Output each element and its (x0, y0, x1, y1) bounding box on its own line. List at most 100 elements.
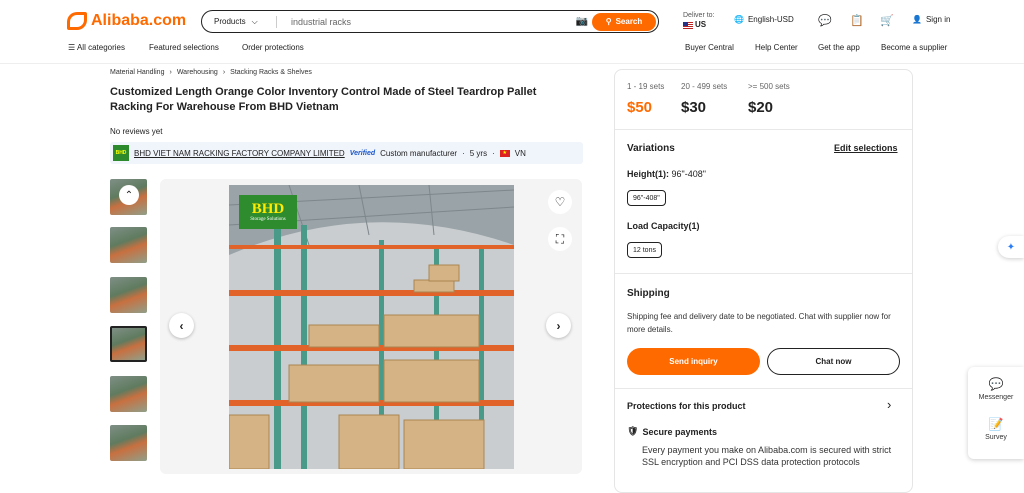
verified-badge[interactable]: Verified (350, 150, 375, 157)
price-tier-range: 20 - 499 sets (681, 82, 728, 91)
vn-flag-icon: ★ (499, 149, 510, 157)
secure-payments-text: Every payment you make on Alibaba.com is… (642, 445, 892, 467)
thumbnail-selected[interactable] (110, 326, 147, 362)
variations-heading: Variations (627, 143, 675, 154)
previous-image-button[interactable]: ‹ (169, 313, 194, 338)
messenger-button[interactable]: 💬 Messenger (968, 377, 1024, 401)
floating-toolbar: 💬 Messenger 📝 Survey (968, 367, 1024, 459)
separator-dot: · (462, 148, 465, 158)
image-gallery: BHD Storage Solutions ‹ › ♡ ⛶ (160, 179, 582, 474)
sign-in-label: Sign in (925, 15, 951, 24)
secure-payments-label: Secure payments (642, 426, 717, 437)
shipping-heading: Shipping (627, 288, 670, 299)
thumbnail[interactable] (110, 277, 147, 313)
shipping-text: Shipping fee and delivery date to be neg… (627, 312, 891, 334)
price-tier-range: >= 500 sets (748, 82, 790, 91)
image-search-button[interactable]: ⛶ (548, 227, 572, 251)
search-icon: ⚲ (605, 17, 612, 26)
section-divider (615, 388, 912, 389)
section-divider (615, 273, 912, 274)
all-categories-label: All categories (76, 43, 125, 52)
price-tier-range: 1 - 19 sets (627, 82, 665, 91)
height-label-text: Height(1): (627, 169, 669, 179)
cart-icon[interactable]: 🛒 (880, 14, 894, 27)
thumbnail[interactable]: ⌃ (110, 179, 147, 215)
main-product-image[interactable]: BHD Storage Solutions (229, 185, 514, 469)
search-category-label: Products (214, 17, 246, 26)
thumbnail[interactable] (110, 227, 147, 263)
search-button[interactable]: ⚲ Search (592, 12, 656, 31)
product-title: Customized Length Orange Color Inventory… (110, 86, 537, 113)
heart-icon: ♡ (554, 195, 566, 209)
reviews-status: No reviews yet (110, 127, 163, 136)
search-button-label: Search (615, 17, 643, 26)
orders-icon[interactable]: 📋 (850, 14, 864, 27)
supplier-type: Custom manufacturer (380, 148, 458, 158)
breadcrumb-separator-icon: › (222, 69, 226, 76)
height-value: 96"-408" (671, 169, 706, 179)
get-app-link[interactable]: Get the app (818, 43, 860, 52)
survey-button[interactable]: 📝 Survey (968, 417, 1024, 441)
featured-selections-link[interactable]: Featured selections (149, 43, 219, 52)
survey-label: Survey (985, 434, 1007, 441)
bhd-image-brand: BHD (251, 201, 285, 217)
chevron-left-icon: ‹ (179, 318, 184, 333)
chevron-right-icon[interactable]: › (887, 397, 891, 412)
menu-icon: ☰ (68, 43, 76, 52)
search-bar: Products ⌵ industrial racks 📷 ⚲ Search (201, 10, 659, 33)
survey-icon: 📝 (988, 417, 1004, 431)
breadcrumb-item[interactable]: Warehousing (177, 69, 218, 76)
order-protections-link[interactable]: Order protections (242, 43, 304, 52)
breadcrumb-item[interactable]: Stacking Racks & Shelves (230, 69, 312, 76)
us-flag-icon (683, 21, 693, 29)
send-inquiry-button[interactable]: Send inquiry (627, 348, 760, 375)
load-capacity-option-chip[interactable]: 12 tons (627, 242, 662, 258)
next-image-button[interactable]: › (546, 313, 571, 338)
supplier-name-link[interactable]: BHD VIET NAM RACKING FACTORY COMPANY LIM… (134, 149, 345, 158)
thumbnail[interactable] (110, 425, 147, 461)
language-label: English-USD (747, 15, 794, 24)
price-tier-value: $20 (748, 99, 774, 116)
bhd-image-logo: BHD Storage Solutions (239, 195, 297, 229)
height-option-chip[interactable]: 96"-408" (627, 190, 666, 206)
thumbnail[interactable] (110, 376, 147, 412)
buyer-central-link[interactable]: Buyer Central (685, 43, 734, 52)
favorite-button[interactable]: ♡ (548, 190, 572, 214)
chevron-up-icon[interactable]: ⌃ (119, 185, 139, 205)
chat-now-button[interactable]: Chat now (767, 348, 900, 375)
help-center-link[interactable]: Help Center (755, 43, 798, 52)
breadcrumb-separator-icon: › (169, 69, 172, 76)
chevron-right-icon: › (556, 318, 561, 333)
protections-heading[interactable]: Protections for this product (627, 401, 746, 411)
messenger-icon: 💬 (988, 377, 1004, 391)
deliver-country: US (694, 20, 707, 29)
user-icon: 👤 (912, 15, 922, 24)
supplier-years: 5 yrs (469, 148, 488, 158)
edit-selections-link[interactable]: Edit selections (834, 143, 898, 153)
alibaba-logo[interactable]: Alibaba.com (67, 12, 186, 30)
purchase-panel: 1 - 19 sets 20 - 499 sets >= 500 sets $5… (614, 69, 913, 493)
search-category-select[interactable]: Products ⌵ (202, 17, 276, 27)
deliver-to[interactable]: Deliver to: US (683, 11, 715, 30)
breadcrumb: Material Handling › Warehousing › Stacki… (110, 69, 312, 76)
price-tier-value: $50 (627, 99, 653, 116)
section-divider (615, 129, 912, 130)
camera-icon[interactable]: 📷 (572, 16, 592, 27)
logo-text: Alibaba.com (91, 12, 187, 29)
assistant-float-button[interactable]: ✦ (998, 236, 1024, 258)
alibaba-logo-icon (67, 12, 87, 30)
become-supplier-link[interactable]: Become a supplier (881, 43, 947, 52)
supplier-bar: BHD BHD VIET NAM RACKING FACTORY COMPANY… (110, 142, 583, 164)
secure-payments-title: 🛡 Secure payments (627, 426, 717, 437)
search-input[interactable]: industrial racks (277, 17, 572, 27)
sparkle-icon: ✦ (1006, 241, 1016, 253)
breadcrumb-item[interactable]: Material Handling (110, 69, 164, 76)
shield-icon: 🛡 (627, 426, 639, 436)
sign-in-link[interactable]: 👤 Sign in (912, 15, 950, 24)
price-tier-value: $30 (681, 99, 707, 116)
message-icon[interactable]: 💬 (818, 14, 832, 27)
globe-icon: 🌐 (734, 15, 744, 24)
language-selector[interactable]: 🌐 English-USD (734, 15, 794, 24)
all-categories-menu[interactable]: ☰ All categories (68, 43, 125, 52)
chevron-down-icon: ⌵ (251, 16, 258, 26)
